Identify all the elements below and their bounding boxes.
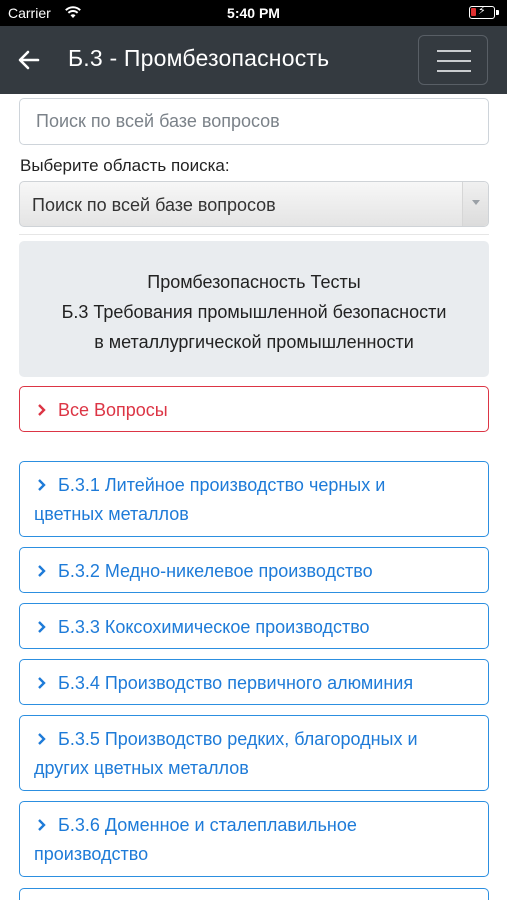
battery-icon: ⚡	[469, 5, 499, 19]
search-scope-value: Поиск по всей базе вопросов	[32, 195, 276, 215]
section-item-next[interactable]	[19, 888, 489, 900]
back-arrow-icon[interactable]	[16, 44, 42, 76]
info-line-2: Б.3 Требования промышленной безопасности	[61, 302, 447, 322]
search-input[interactable]	[19, 98, 489, 145]
section-item-b33[interactable]: Б.3.3 Коксохимическое производство	[19, 603, 489, 649]
section-item-b34[interactable]: Б.3.4 Производство первичного алюминия	[19, 659, 489, 705]
chevron-right-icon	[38, 733, 46, 745]
all-questions-button[interactable]: Все Вопросы	[19, 386, 489, 432]
section-label: Б.3.5 Производство редких, благородных и…	[34, 729, 418, 778]
info-line-3: в металлургической промышленности	[94, 332, 414, 352]
clock: 5:40 PM	[227, 5, 280, 21]
section-item-b31[interactable]: Б.3.1 Литейное производство черных и цвет…	[19, 461, 489, 537]
section-label: Б.3.1 Литейное производство черных и цвет…	[34, 475, 386, 524]
all-questions-label: Все Вопросы	[58, 400, 168, 420]
status-bar: Carrier 5:40 PM ⚡	[0, 0, 507, 26]
page-title: Б.3 - Промбезопасность	[68, 45, 330, 71]
chevron-right-icon	[38, 677, 46, 689]
section-label: Б.3.2 Медно-никелевое производство	[58, 561, 373, 581]
hamburger-icon	[437, 50, 471, 52]
divider	[19, 234, 489, 235]
chevron-right-icon	[38, 621, 46, 633]
search-scope-label: Выберите область поиска:	[20, 156, 230, 175]
chevron-right-icon	[38, 565, 46, 577]
select-toggle[interactable]	[462, 182, 488, 226]
test-info-panel: Промбезопасность Тесты Б.3 Требования пр…	[19, 241, 489, 377]
chevron-right-icon	[38, 404, 46, 416]
chevron-right-icon	[38, 819, 46, 831]
section-label: Б.3.6 Доменное и сталеплавильное производ…	[34, 815, 357, 864]
app-header: Б.3 - Промбезопасность	[0, 26, 507, 94]
section-label: Б.3.4 Производство первичного алюминия	[58, 673, 414, 693]
menu-button[interactable]	[418, 35, 488, 85]
search-scope-select[interactable]: Поиск по всей базе вопросов	[19, 181, 489, 227]
section-item-b35[interactable]: Б.3.5 Производство редких, благородных и…	[19, 715, 489, 791]
chevron-right-icon	[38, 479, 46, 491]
section-item-b32[interactable]: Б.3.2 Медно-никелевое производство	[19, 547, 489, 593]
section-label: Б.3.3 Коксохимическое производство	[58, 617, 370, 637]
chevron-down-icon	[472, 200, 480, 205]
info-line-1: Промбезопасность Тесты	[147, 272, 361, 292]
section-item-b36[interactable]: Б.3.6 Доменное и сталеплавильное производ…	[19, 801, 489, 877]
